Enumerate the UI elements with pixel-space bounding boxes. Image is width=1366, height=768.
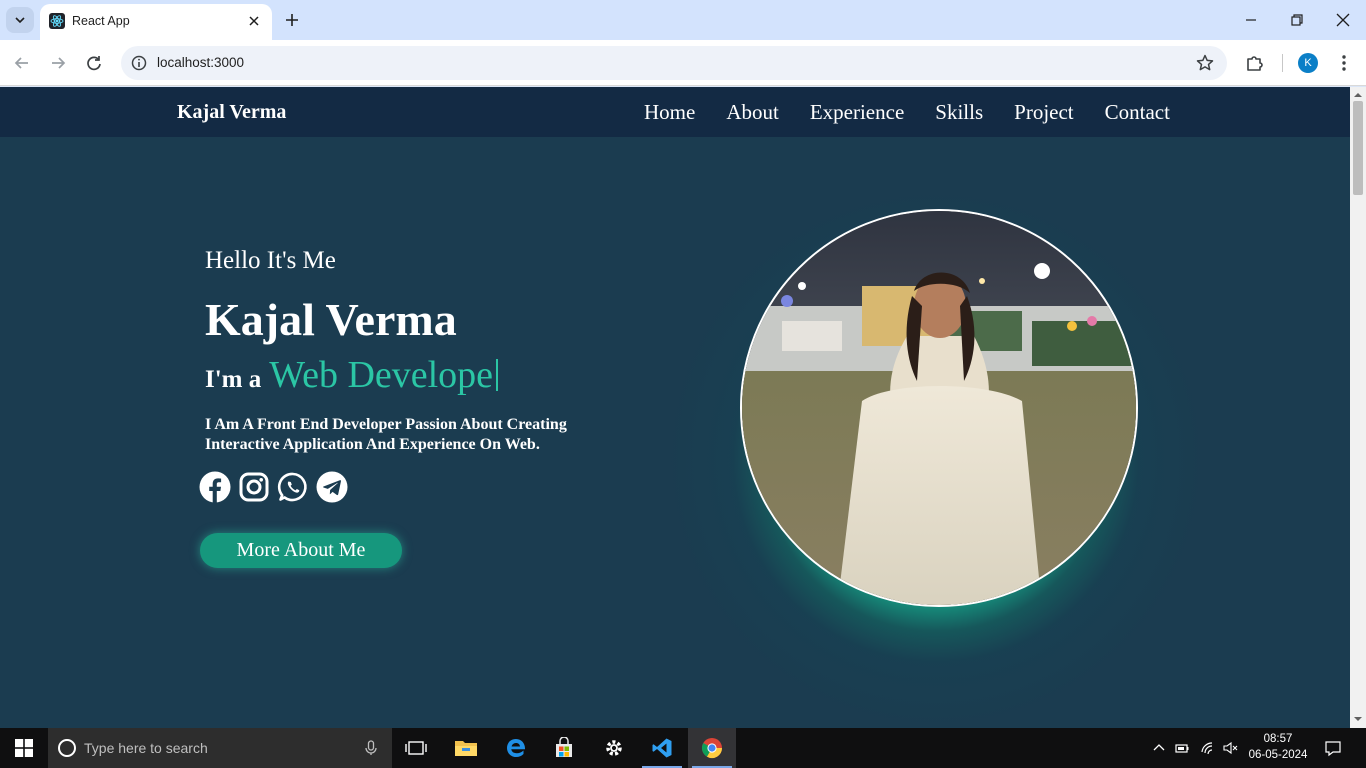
profile-avatar[interactable]: K: [1298, 53, 1318, 73]
hero-text: Hello It's Me Kajal Verma I'm a Web Deve…: [205, 247, 567, 453]
file-explorer-icon: [455, 741, 477, 756]
scroll-up-icon[interactable]: [1353, 90, 1363, 100]
browser-tab[interactable]: React App: [40, 4, 272, 40]
store-bag-icon: [556, 737, 572, 757]
minimize-icon[interactable]: [1241, 10, 1261, 30]
react-icon: [49, 13, 65, 29]
vscode-icon: [652, 738, 672, 758]
vscode-button[interactable]: [638, 728, 686, 768]
typing-caret: [496, 359, 499, 391]
edge-button[interactable]: [492, 728, 540, 768]
scroll-down-icon[interactable]: [1353, 714, 1363, 724]
role-line: I'm a Web Develope: [205, 353, 499, 397]
chrome-button[interactable]: [688, 728, 736, 768]
site-info-icon[interactable]: [129, 53, 149, 73]
close-icon[interactable]: [246, 13, 262, 29]
settings-button[interactable]: [590, 728, 638, 768]
reload-icon[interactable]: [83, 52, 105, 74]
task-view-icon: [405, 741, 427, 755]
role-prefix: I'm a: [205, 366, 262, 393]
notifications-icon[interactable]: [1324, 739, 1342, 757]
bookmark-star-icon[interactable]: [1195, 53, 1215, 73]
address-bar[interactable]: localhost:3000: [121, 46, 1227, 80]
nav-about[interactable]: About: [726, 100, 779, 125]
site-navbar: Kajal Verma Home About Experience Skills…: [0, 87, 1350, 137]
back-arrow-icon[interactable]: [11, 52, 33, 74]
typed-role: Web Develope: [269, 354, 494, 396]
clock-time: 08:57: [1263, 733, 1293, 745]
nav-experience[interactable]: Experience: [810, 100, 904, 125]
store-button[interactable]: [540, 728, 588, 768]
whatsapp-icon[interactable]: [277, 471, 309, 503]
hero-name: Kajal Verma: [205, 294, 457, 345]
tab-title: React App: [72, 14, 130, 28]
intro-text: I Am A Front End Developer Passion About…: [205, 416, 567, 453]
clock-date: 06-05-2024: [1248, 749, 1308, 761]
taskbar-search[interactable]: Type here to search: [48, 728, 392, 768]
microphone-icon[interactable]: [364, 740, 378, 756]
profile-photo: [740, 209, 1138, 607]
gear-icon: [606, 740, 622, 756]
start-button[interactable]: [0, 728, 48, 768]
task-view-button[interactable]: [392, 728, 440, 768]
greeting: Hello It's Me: [205, 247, 336, 274]
url-text: localhost:3000: [157, 55, 245, 70]
nav-home[interactable]: Home: [644, 100, 695, 125]
chevron-up-icon[interactable]: [1151, 740, 1167, 756]
search-placeholder: Type here to search: [84, 740, 208, 756]
windows-taskbar: Type here to search 08:57 06-05-2024: [0, 728, 1366, 768]
wifi-icon[interactable]: [1200, 740, 1216, 756]
nav-project[interactable]: Project: [1014, 100, 1073, 125]
browser-toolbar: localhost:3000 K: [0, 40, 1366, 86]
forward-arrow-icon[interactable]: [47, 52, 69, 74]
more-about-me-button[interactable]: More About Me: [200, 533, 402, 568]
window-close-icon[interactable]: [1333, 10, 1353, 30]
scroll-thumb[interactable]: [1353, 101, 1363, 195]
tab-strip: React App: [0, 0, 1366, 40]
chevron-down-icon: [15, 17, 25, 24]
windows-logo-icon: [15, 739, 33, 757]
restore-icon[interactable]: [1287, 10, 1307, 30]
extensions-puzzle-icon[interactable]: [1244, 52, 1266, 74]
cortana-circle-icon: [58, 739, 76, 757]
telegram-icon[interactable]: [316, 471, 348, 503]
tab-search-button[interactable]: [6, 7, 34, 33]
page-viewport: Kajal Verma Home About Experience Skills…: [0, 87, 1350, 728]
more-menu-icon[interactable]: [1334, 52, 1354, 74]
nav-contact[interactable]: Contact: [1105, 100, 1170, 125]
instagram-icon[interactable]: [238, 471, 270, 503]
profile-photo-illustration: [742, 211, 1136, 605]
site-brand[interactable]: Kajal Verma: [177, 101, 286, 124]
social-links: [199, 471, 348, 503]
page-scrollbar[interactable]: [1350, 87, 1366, 728]
chrome-icon: [701, 738, 723, 759]
edge-icon: [507, 739, 526, 757]
volume-muted-icon[interactable]: [1222, 740, 1238, 756]
nav-links: Home About Experience Skills Project Con…: [644, 100, 1170, 125]
nav-skills[interactable]: Skills: [935, 100, 983, 125]
facebook-icon[interactable]: [199, 471, 231, 503]
toolbar-divider: [1282, 54, 1283, 72]
battery-icon[interactable]: [1174, 740, 1190, 756]
new-tab-plus-icon[interactable]: [282, 10, 302, 30]
taskbar-clock[interactable]: 08:57 06-05-2024: [1244, 731, 1312, 763]
file-explorer-button[interactable]: [442, 728, 490, 768]
